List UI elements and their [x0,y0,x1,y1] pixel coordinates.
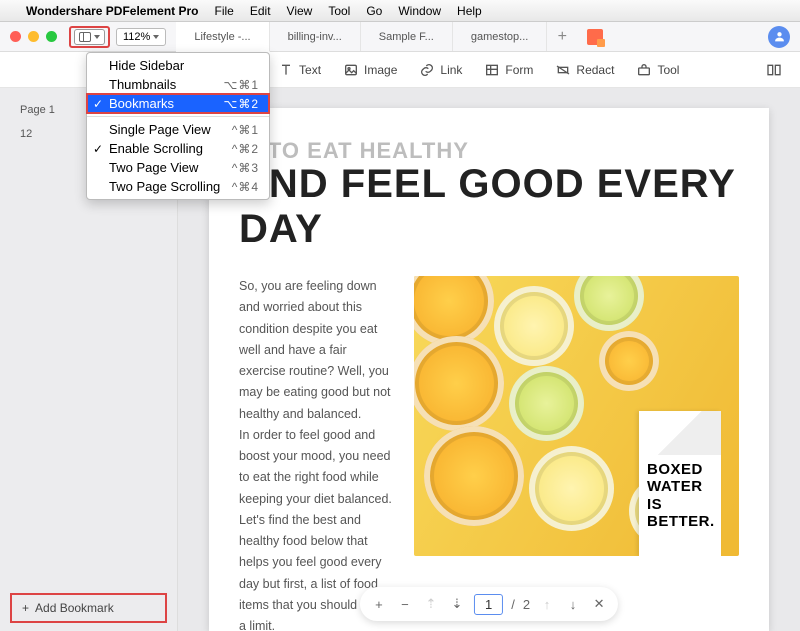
zoom-value: 112% [123,31,150,43]
menu-go[interactable]: Go [366,4,382,18]
link-icon [419,62,435,78]
zoom-select[interactable]: 112% [116,28,166,46]
menu-edit[interactable]: Edit [250,4,271,18]
image-icon [343,62,359,78]
menu-thumbnails[interactable]: Thumbnails⌥⌘1 [87,75,269,94]
doc-subheading: W TO EAT HEALTHY [239,138,739,164]
tool-text[interactable]: Text [268,58,331,82]
menu-window[interactable]: Window [398,4,441,18]
redact-icon [555,62,571,78]
menu-view[interactable]: View [287,4,313,18]
close-window-button[interactable] [10,31,21,42]
menu-tool[interactable]: Tool [328,4,350,18]
app-grid-icon[interactable] [587,29,603,45]
app-name[interactable]: Wondershare PDFelement Pro [26,4,199,18]
doc-heading: AND FEEL GOOD EVERY DAY [239,162,739,252]
plus-icon: + [22,601,29,615]
first-page-button[interactable]: ⇡ [422,596,440,612]
form-icon [484,62,500,78]
window-titlebar: 112% Lifestyle -... billing-inv... Sampl… [0,22,800,52]
tool-link[interactable]: Link [409,58,472,82]
chevron-down-icon [94,35,100,39]
carton-text: BOXED WATER IS BETTER. [647,461,713,530]
close-pager-button[interactable]: ✕ [590,596,608,612]
sidebar-view-dropdown-highlight [69,26,110,48]
add-bookmark-button[interactable]: + Add Bookmark [10,593,167,623]
person-icon [773,30,786,43]
menu-two-page-scrolling[interactable]: Two Page Scrolling^⌘4 [87,177,269,196]
document-viewport[interactable]: W TO EAT HEALTHY AND FEEL GOOD EVERY DAY… [178,88,800,631]
document-tabs: Lifestyle -... billing-inv... Sample F..… [176,22,577,51]
sidebar-view-menu: Hide Sidebar Thumbnails⌥⌘1 Bookmarks⌥⌘2 … [86,52,270,200]
menu-help[interactable]: Help [457,4,482,18]
tool-form[interactable]: Form [474,58,543,82]
tool-image[interactable]: Image [333,58,407,82]
tool-redact[interactable]: Redact [545,58,624,82]
tab-sample[interactable]: Sample F... [361,22,453,51]
menu-two-page[interactable]: Two Page View^⌘3 [87,158,269,177]
menu-hide-sidebar[interactable]: Hide Sidebar [87,56,269,75]
zoom-window-button[interactable] [46,31,57,42]
menu-single-page[interactable]: Single Page View^⌘1 [87,120,269,139]
book-open-icon [766,62,782,78]
total-pages: 2 [523,597,530,612]
tab-lifestyle[interactable]: Lifestyle -... [176,22,269,52]
sidebar-icon [79,32,91,42]
doc-body-text: So, you are feeling down and worried abo… [239,276,394,631]
tab-billing[interactable]: billing-inv... [270,22,361,51]
tool-reader-view[interactable] [756,58,792,82]
carton-graphic: BOXED WATER IS BETTER. [639,411,721,556]
chevron-down-icon [153,35,159,39]
tab-gamestop[interactable]: gamestop... [453,22,547,51]
new-tab-button[interactable]: + [547,22,577,51]
current-page-input[interactable]: 1 [474,594,503,615]
text-icon [278,62,294,78]
menu-file[interactable]: File [215,4,234,18]
traffic-lights [10,31,57,42]
last-page-button[interactable]: ⇣ [448,596,466,612]
menu-separator [87,116,269,117]
zoom-in-button[interactable]: + [370,597,388,612]
page-separator: / [511,597,515,612]
minimize-window-button[interactable] [28,31,39,42]
prev-page-button[interactable]: ↑ [538,597,556,612]
macos-menubar: Wondershare PDFelement Pro File Edit Vie… [0,0,800,22]
doc-hero-image: BOXED WATER IS BETTER. [414,276,739,556]
sidebar-view-dropdown[interactable] [74,29,105,45]
pdf-page: W TO EAT HEALTHY AND FEEL GOOD EVERY DAY… [209,108,769,631]
next-page-button[interactable]: ↓ [564,597,582,612]
zoom-out-button[interactable]: − [396,597,414,612]
menu-enable-scrolling[interactable]: Enable Scrolling^⌘2 [87,139,269,158]
menu-bookmarks[interactable]: Bookmarks⌥⌘2 [87,94,269,113]
user-avatar[interactable] [768,26,790,48]
page-navigator: + − ⇡ ⇣ 1 / 2 ↑ ↓ ✕ [360,587,618,621]
toolbox-icon [636,62,652,78]
tool-toolbox[interactable]: Tool [626,58,689,82]
